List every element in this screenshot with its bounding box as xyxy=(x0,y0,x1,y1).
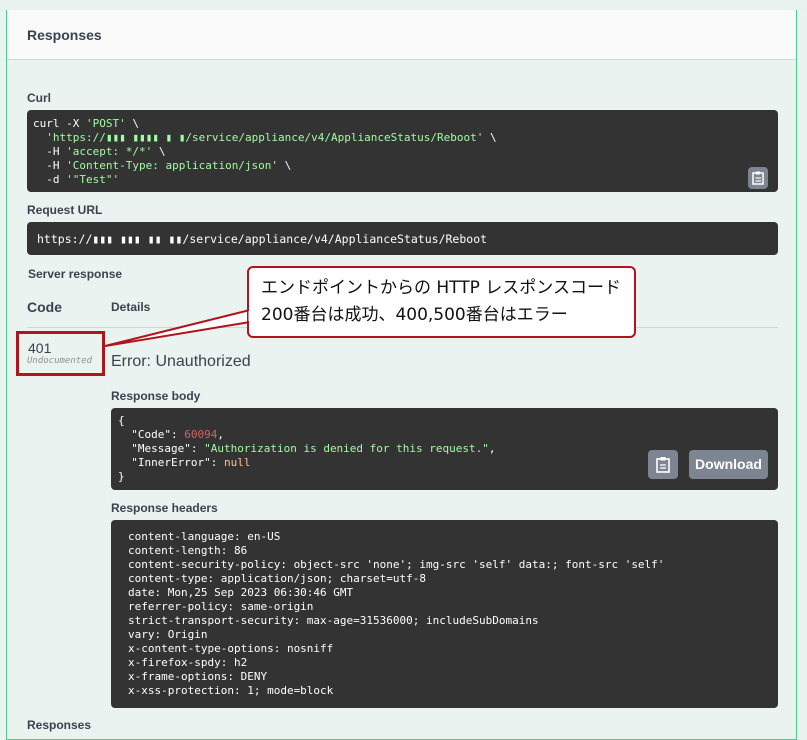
callout-line-2: 200番台は成功、400,500番台はエラー xyxy=(261,305,568,325)
callout-line-1: エンドポイントからの HTTP レスポンスコード xyxy=(261,278,621,298)
callout-pointer xyxy=(104,309,251,347)
annotation-callout: エンドポイントからの HTTP レスポンスコード 200番台は成功、400,50… xyxy=(247,266,636,338)
